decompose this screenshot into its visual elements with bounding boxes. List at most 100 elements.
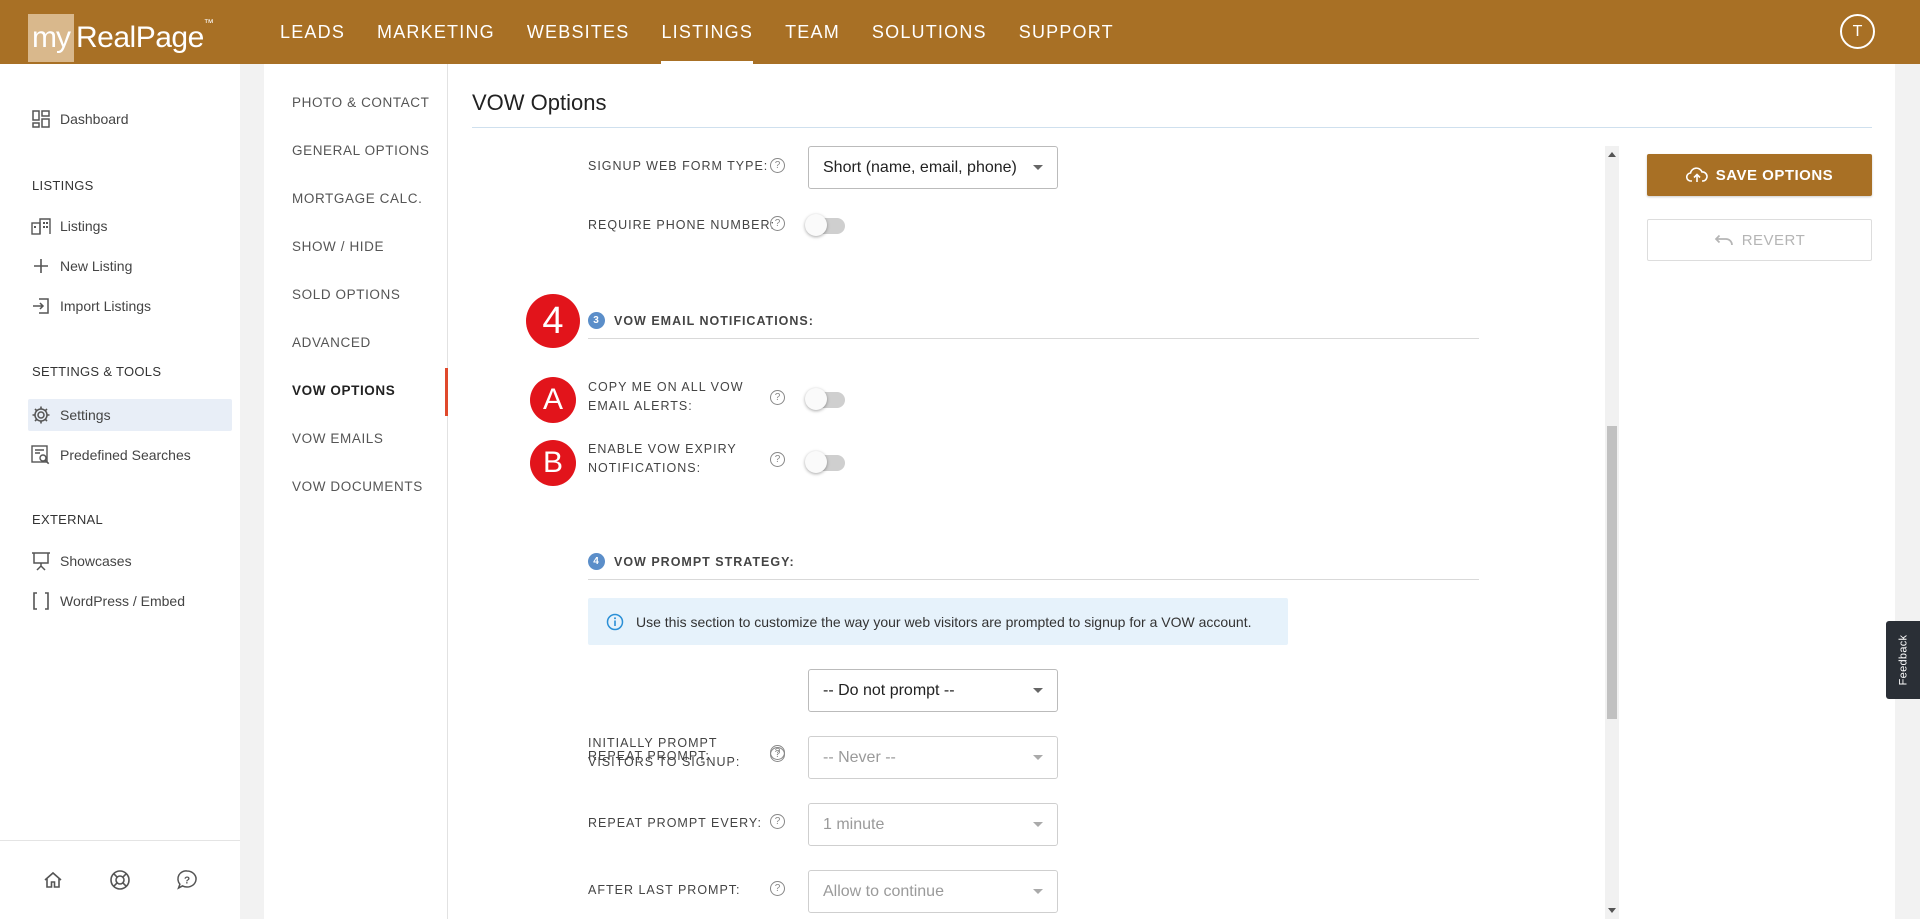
nav-marketing[interactable]: MARKETING [361,0,511,64]
sidebar-item-label: Dashboard [60,111,129,127]
initial-prompt-select[interactable]: -- Do not prompt -- [808,669,1058,712]
chat-help-icon[interactable]: ? [175,868,199,892]
sidebar-section-settings: SETTINGS & TOOLS [32,364,162,379]
section-number-badge: 3 [588,312,605,329]
section-divider [588,579,1479,580]
label-line: NOTIFICATIONS: [588,461,702,475]
button-label: REVERT [1741,231,1806,249]
toggle-knob [805,214,827,236]
sidebar-footer: ? [0,840,240,919]
logo-my: my [28,14,74,62]
subnav-vow-documents[interactable]: VOW DOCUMENTS [292,479,423,494]
myrealpage-logo[interactable]: my RealPage ™ [28,14,214,62]
svg-text:?: ? [184,876,190,887]
select-value: -- Do not prompt -- [823,681,955,699]
help-icon[interactable]: ? [770,452,785,467]
feedback-label: Feedback [1897,634,1909,686]
sidebar-item-label: WordPress / Embed [60,593,186,609]
select-value: Allow to continue [823,882,944,900]
signup-form-type-label: SIGNUP WEB FORM TYPE: [588,159,769,173]
sidebar-section-external: EXTERNAL [32,512,104,527]
scrollbar[interactable] [1605,146,1619,919]
info-text: Use this section to customize the way yo… [636,613,1252,630]
repeat-every-select[interactable]: 1 minute [808,803,1058,846]
caret-down-icon [1033,755,1043,760]
copy-me-toggle[interactable] [805,387,845,411]
feedback-tab[interactable]: Feedback [1886,621,1920,699]
revert-button[interactable]: REVERT [1647,219,1872,261]
nav-solutions[interactable]: SOLUTIONS [856,0,1003,64]
subnav-general-options[interactable]: GENERAL OPTIONS [292,143,430,158]
help-icon[interactable]: ? [770,158,785,173]
subnav-photo-contact[interactable]: PHOTO & CONTACT [292,95,430,110]
logo-name: RealPage [76,21,204,54]
lifebuoy-icon[interactable] [108,868,132,892]
help-icon[interactable]: ? [770,747,785,762]
label-line: ENABLE VOW EXPIRY [588,442,737,456]
help-icon[interactable]: ? [770,881,785,896]
require-phone-toggle[interactable] [805,213,845,237]
repeat-every-label: REPEAT PROMPT EVERY: [588,816,762,830]
sidebar-item-label: Showcases [60,553,132,569]
help-icon[interactable]: ? [770,814,785,829]
subnav-vow-emails[interactable]: VOW EMAILS [292,431,384,446]
help-icon[interactable]: ? [770,216,785,231]
caret-down-icon [1033,889,1043,894]
sidebar-item-showcases[interactable]: Showcases [28,545,232,577]
help-icon[interactable]: ? [770,390,785,405]
step-marker-4: 4 [526,294,580,348]
logo-trademark: ™ [203,18,214,29]
sidebar-item-import-listings[interactable]: Import Listings [28,290,232,322]
save-options-button[interactable]: SAVE OPTIONS [1647,154,1872,196]
subnav-mortgage-calc[interactable]: MORTGAGE CALC. [292,191,422,206]
sidebar-item-predefined-searches[interactable]: Predefined Searches [28,439,232,471]
sidebar-item-new-listing[interactable]: New Listing [28,250,232,282]
subnav-sold-options[interactable]: SOLD OPTIONS [292,287,400,302]
nav-team[interactable]: TEAM [769,0,856,64]
sidebar-section-listings: LISTINGS [32,178,94,193]
section-vow-prompt-strategy: 4 VOW PROMPT STRATEGY: [588,553,795,570]
select-value: -- Never -- [823,748,896,766]
user-avatar[interactable]: T [1840,14,1875,49]
toggle-knob [805,388,827,410]
top-nav: LEADS MARKETING WEBSITES LISTINGS TEAM S… [264,0,1130,64]
require-phone-label: REQUIRE PHONE NUMBER: [588,218,775,232]
repeat-prompt-label: REPEAT PROMPT: [588,749,710,763]
subnav-advanced[interactable]: ADVANCED [292,335,371,350]
scroll-down-arrow-icon[interactable] [1608,908,1616,913]
caret-down-icon [1033,822,1043,827]
annotation-marker-a: A [530,377,576,423]
label-line: COPY ME ON ALL VOW [588,380,744,394]
main-content: VOW Options SIGNUP WEB FORM TYPE: ? Shor… [448,64,1895,919]
scroll-up-arrow-icon[interactable] [1608,152,1616,157]
nav-websites[interactable]: WEBSITES [511,0,646,64]
title-divider [472,127,1872,128]
signup-form-type-select[interactable]: Short (name, email, phone) [808,146,1058,189]
expiry-notifications-toggle[interactable] [805,450,845,474]
search-list-icon [30,444,52,466]
nav-listings[interactable]: LISTINGS [645,0,769,64]
subnav-vow-options[interactable]: VOW OPTIONS [292,383,395,398]
section-divider [588,338,1479,339]
after-last-prompt-label: AFTER LAST PROMPT: [588,883,741,897]
nav-support[interactable]: SUPPORT [1003,0,1130,64]
dashboard-icon [30,108,52,130]
home-icon[interactable] [41,868,65,892]
section-number-badge: 4 [588,553,605,570]
top-bar: my RealPage ™ LEADS MARKETING WEBSITES L… [0,0,1920,64]
subnav-show-hide[interactable]: SHOW / HIDE [292,239,384,254]
import-icon [30,295,52,317]
sidebar-item-listings[interactable]: Listings [28,210,232,242]
sidebar-item-label: New Listing [60,258,133,274]
scrollbar-thumb[interactable] [1607,426,1617,719]
select-value: Short (name, email, phone) [823,158,1017,176]
repeat-prompt-select[interactable]: -- Never -- [808,736,1058,779]
section-vow-email-notifications: 3 VOW EMAIL NOTIFICATIONS: [588,312,814,329]
sidebar-item-dashboard[interactable]: Dashboard [28,103,232,135]
sidebar-item-label: Predefined Searches [60,447,191,463]
nav-leads[interactable]: LEADS [264,0,361,64]
sidebar-item-wordpress-embed[interactable]: WordPress / Embed [28,585,232,617]
sidebar-item-settings[interactable]: Settings [28,399,232,431]
after-last-prompt-select[interactable]: Allow to continue [808,870,1058,913]
select-value: 1 minute [823,815,885,833]
